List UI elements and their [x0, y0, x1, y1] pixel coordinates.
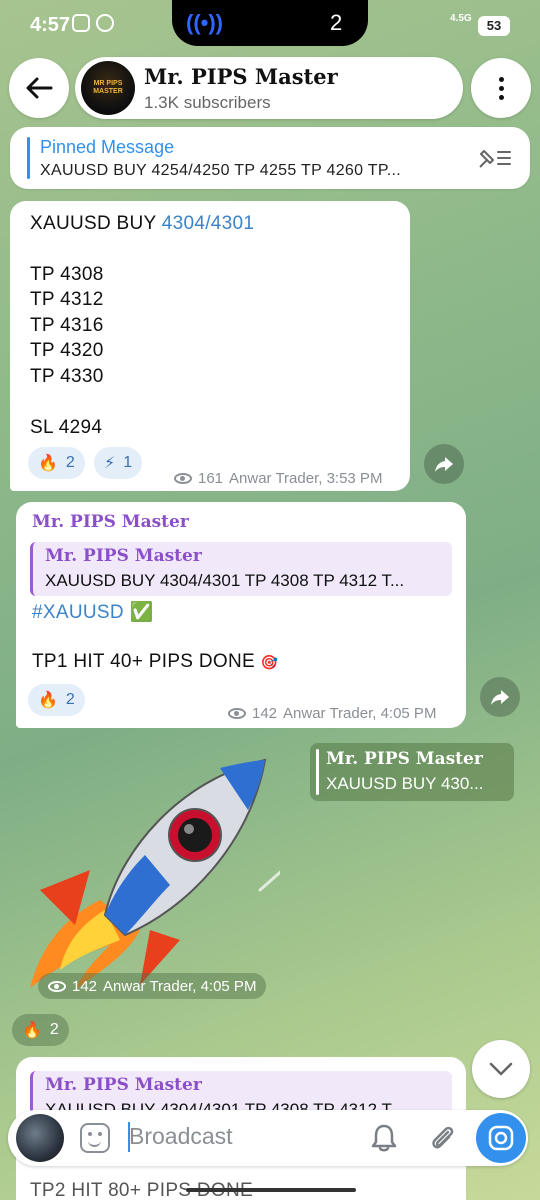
hashtag-link[interactable]: #XAUUSD — [32, 602, 124, 623]
message-meta: 142 Anwar Trader, 4:05 PM — [228, 705, 436, 722]
sender-name: Mr. PIPS Master — [32, 512, 189, 532]
tp-line: TP 4316 — [30, 315, 104, 336]
message-meta: 161 Anwar Trader, 3:53 PM — [174, 470, 382, 487]
forward-button[interactable] — [480, 677, 520, 717]
price-link[interactable]: 4304/4301 — [162, 213, 255, 234]
message-bubble-signal[interactable]: XAUUSD BUY 4304/4301 TP 4308 TP 4312 TP … — [10, 201, 410, 491]
network-indicator: 4.5G — [450, 13, 472, 24]
quote-text: XAUUSD BUY 4304/4301 TP 4308 TP 4312 T..… — [45, 571, 405, 590]
message-bubble-tp1[interactable]: Mr. PIPS Master Mr. PIPS Master XAUUSD B… — [16, 502, 466, 728]
avatar-logo-text: MR PIPS MASTER — [93, 80, 123, 95]
eye-icon — [174, 473, 192, 484]
reaction-fire[interactable]: 🔥 2 — [28, 447, 85, 479]
author-time: Anwar Trader, 3:53 PM — [229, 470, 383, 487]
author-time: Anwar Trader, 4:05 PM — [283, 705, 437, 722]
quote-text: XAUUSD BUY 430... — [326, 774, 484, 793]
broadcast-input[interactable]: Broadcast — [129, 1123, 233, 1150]
reaction-lightning[interactable]: ⚡ 1 — [94, 447, 143, 479]
tp-line: TP 4320 — [30, 340, 104, 361]
pinned-message-bar[interactable]: Pinned Message XAUUSD BUY 4254/4250 TP 4… — [10, 127, 530, 189]
forward-button[interactable] — [424, 444, 464, 484]
fire-icon: 🔥 — [22, 1022, 42, 1039]
lightning-icon: ⚡ — [104, 455, 116, 472]
sl-line: SL 4294 — [30, 417, 103, 438]
tp-hit-text: TP1 HIT 40+ PIPS DONE — [32, 651, 255, 672]
instagram-icon — [72, 14, 90, 32]
home-indicator — [186, 1188, 356, 1192]
youtube-icon — [96, 14, 114, 32]
broadcast-signal-icon: ((•)) — [186, 10, 224, 35]
channel-avatar[interactable]: MR PIPS MASTER — [81, 61, 135, 115]
forward-icon — [491, 690, 509, 705]
author-time: Anwar Trader, 4:05 PM — [103, 977, 257, 995]
signal-line: XAUUSD BUY 4304/4301 — [30, 213, 254, 235]
camera-button[interactable] — [476, 1113, 526, 1163]
forward-icon — [435, 457, 453, 472]
rocket-sticker[interactable] — [20, 750, 280, 990]
arrow-left-icon — [26, 77, 53, 99]
sticker-emoji-icon[interactable] — [80, 1123, 110, 1153]
tp-hit-line: TP1 HIT 40+ PIPS DONE 🎯 — [32, 651, 278, 673]
message-input-bar: Broadcast — [8, 1110, 528, 1166]
reaction-fire[interactable]: 🔥 2 — [12, 1014, 69, 1046]
channel-header[interactable]: MR PIPS MASTER Mr. PIPS Master 1.3K subs… — [75, 57, 463, 119]
status-time: 4:57 — [30, 14, 71, 36]
signal-text: XAUUSD BUY — [30, 213, 162, 234]
pinned-title: Pinned Message — [40, 137, 175, 157]
reply-quote[interactable]: Mr. PIPS Master XAUUSD BUY 4304/4301 TP … — [30, 542, 452, 596]
view-count: 161 — [198, 470, 224, 487]
more-menu-button[interactable] — [471, 58, 531, 118]
pin-list-icon[interactable] — [476, 145, 514, 171]
fire-icon: 🔥 — [38, 455, 58, 472]
target-icon: 🎯 — [260, 654, 279, 670]
attachment-icon[interactable] — [426, 1122, 458, 1154]
quote-sender: Mr. PIPS Master — [45, 546, 202, 566]
reaction-count: 2 — [65, 454, 75, 471]
reaction-count: 2 — [49, 1021, 59, 1038]
eye-icon — [48, 980, 66, 992]
sticker-meta: 142 Anwar Trader, 4:05 PM — [38, 973, 267, 999]
reaction-fire[interactable]: 🔥 2 — [28, 684, 85, 716]
eye-icon — [228, 708, 246, 719]
view-count: 142 — [252, 705, 278, 722]
status-app-icons — [72, 14, 114, 32]
chevron-down-icon — [489, 1062, 513, 1076]
subscriber-count: 1.3K subscribers — [144, 93, 271, 112]
reply-indicator — [316, 749, 319, 795]
reaction-count: 1 — [123, 454, 133, 471]
quote-sender: Mr. PIPS Master — [45, 1075, 202, 1095]
back-button[interactable] — [9, 58, 69, 118]
check-icon: ✅ — [129, 602, 154, 623]
camera-round-icon — [488, 1125, 514, 1151]
sticker-reply-quote[interactable]: Mr. PIPS Master XAUUSD BUY 430... — [310, 743, 514, 801]
quote-sender: Mr. PIPS Master — [326, 749, 483, 769]
tp-line: TP 4308 — [30, 264, 104, 285]
channel-name: Mr. PIPS Master — [144, 64, 338, 89]
bell-icon[interactable] — [368, 1122, 400, 1154]
fire-icon: 🔥 — [38, 692, 58, 709]
user-avatar[interactable] — [16, 1114, 64, 1162]
pinned-indicator — [27, 137, 30, 179]
tp-line: TP 4312 — [30, 289, 104, 310]
pinned-text: XAUUSD BUY 4254/4250 TP 4255 TP 4260 TP.… — [40, 162, 401, 179]
scroll-down-button[interactable] — [472, 1040, 530, 1098]
reaction-count: 2 — [65, 691, 75, 708]
tp-line: TP 4330 — [30, 366, 104, 387]
view-count: 142 — [72, 977, 98, 995]
battery-icon: 53 — [478, 16, 510, 36]
more-vertical-icon — [498, 76, 504, 100]
island-count: 2 — [330, 10, 343, 35]
hashtag-line: #XAUUSD ✅ — [32, 600, 153, 624]
status-bar: 4:57 ((•)) 2 4.5G 53 — [0, 0, 540, 48]
